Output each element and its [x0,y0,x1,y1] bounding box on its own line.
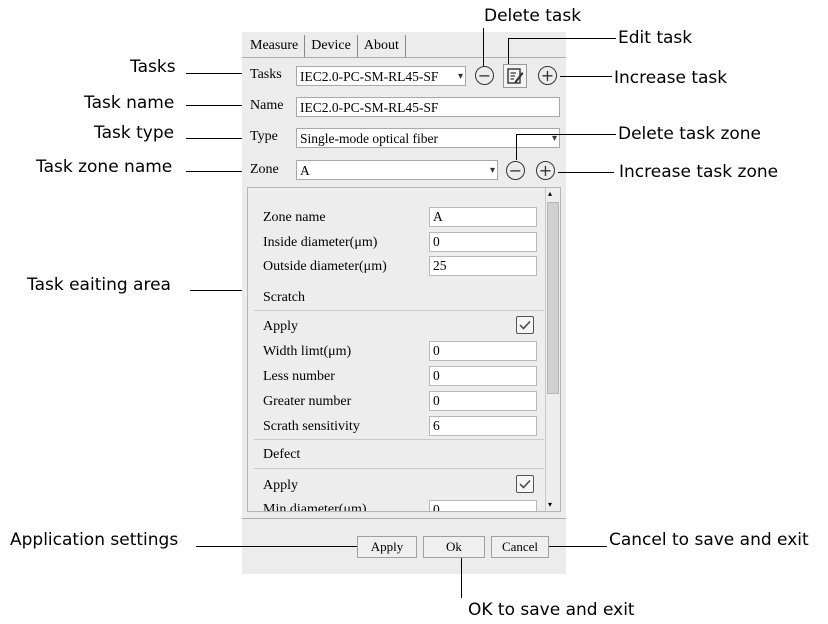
leader-line [186,105,242,106]
leader-line [461,558,462,598]
scratch-apply-checkbox[interactable] [516,316,534,334]
callout-task-name: Task name [84,93,175,113]
chevron-down-icon: ▾ [457,71,463,82]
type-label: Type [250,129,278,144]
tab-measure[interactable]: Measure [244,35,306,57]
increase-task-button[interactable]: + [537,65,559,87]
tasks-select-value: IEC2.0-PC-SM-RL45-SF [300,69,439,84]
tab-about[interactable]: About [357,35,406,57]
leader-line [549,546,607,547]
divider [254,439,544,440]
check-icon [519,320,531,330]
callout-tasks: Tasks [130,57,176,77]
callout-task-type: Task type [94,123,175,143]
scratch-header: Scratch [263,290,305,305]
divider [254,468,544,469]
cancel-button[interactable]: Cancel [491,536,549,558]
callout-delete-task-zone: Delete task zone [618,124,762,144]
scrollbar-thumb[interactable] [547,202,559,394]
divider [254,310,544,311]
ok-button[interactable]: Ok [423,536,485,558]
minus-circle-icon: − [475,66,494,85]
callout-increase-task-zone: Increase task zone [619,162,779,182]
min-diameter-input[interactable]: 0 [429,500,537,511]
leader-line [508,38,616,39]
callout-edit-task: Edit task [618,28,693,48]
scroll-down-arrow-icon[interactable]: ▾ [548,501,552,509]
inside-diameter-input[interactable]: 0 [429,232,537,252]
leader-line [186,73,242,74]
greater-number-label: Greater number [263,394,352,409]
edit-task-button[interactable] [503,64,527,88]
callout-cancel-save-exit: Cancel to save and exit [609,530,809,550]
increase-zone-button[interactable]: + [535,160,557,182]
task-editing-area[interactable]: Zone name A Inside diameter(μm) 0 Outsid… [247,187,561,512]
tab-bar: Measure Device About [244,35,406,57]
scroll-up-arrow-icon[interactable]: ▴ [548,190,552,198]
callout-task-editing-area: Task eaiting area [27,275,171,295]
task-type-select[interactable]: Single-mode optical fiber ▾ [296,128,560,148]
leader-line [558,172,614,173]
zone-value: A [300,163,310,178]
width-limit-input[interactable]: 0 [429,341,537,361]
tasks-label: Tasks [250,67,282,82]
width-limit-label: Width limt(μm) [263,344,352,359]
callout-application-settings: Application settings [10,530,179,550]
scratch-apply-label: Apply [263,319,298,334]
minus-circle-icon: − [506,161,525,180]
less-number-input[interactable]: 0 [429,366,537,386]
delete-zone-button[interactable]: − [505,160,527,182]
less-number-label: Less number [263,369,335,384]
leader-line [196,546,357,547]
delete-task-button[interactable]: − [474,65,496,87]
inside-diameter-label: Inside diameter(μm) [263,235,378,250]
leader-line [508,38,509,64]
chevron-down-icon: ▾ [551,133,557,144]
min-diameter-label: Min diameter(μm) [263,502,367,512]
greater-number-input[interactable]: 0 [429,391,537,411]
zone-select[interactable]: A ▾ [296,160,498,180]
scratch-sensitivity-input[interactable]: 6 [429,416,537,436]
outside-diameter-label: Outside diameter(μm) [263,259,387,274]
zone-name-label: Zone name [263,210,326,225]
zone-label: Zone [250,162,279,177]
plus-circle-icon: + [538,66,557,85]
defect-apply-label: Apply [263,478,298,493]
chevron-down-icon: ▾ [489,165,495,176]
check-icon [519,479,531,489]
leader-line [560,76,612,77]
leader-line [190,290,242,291]
task-name-input[interactable]: IEC2.0-PC-SM-RL45-SF [296,97,560,117]
apply-button[interactable]: Apply [357,536,417,558]
scratch-sensitivity-label: Scrath sensitivity [263,419,360,434]
leader-line [483,28,484,66]
outside-diameter-input[interactable]: 25 [429,256,537,276]
leader-line [516,134,616,135]
tab-underline [242,57,566,58]
callout-delete-task: Delete task [484,6,582,26]
defect-apply-checkbox[interactable] [516,475,534,493]
callout-task-zone-name: Task zone name [36,157,173,177]
edit-icon [507,68,524,84]
footer-divider [242,518,566,519]
leader-line [186,171,242,172]
tab-device[interactable]: Device [305,35,358,57]
plus-circle-icon: + [536,161,555,180]
leader-line [516,134,517,160]
task-type-value: Single-mode optical fiber [300,131,438,146]
tasks-select[interactable]: IEC2.0-PC-SM-RL45-SF ▾ [296,66,466,86]
zone-name-input[interactable]: A [429,207,537,227]
leader-line [186,138,242,139]
callout-ok-save-exit: OK to save and exit [468,600,635,620]
name-label: Name [250,98,284,113]
defect-header: Defect [263,447,301,462]
vertical-scrollbar[interactable]: ▴ ▾ [545,188,560,511]
callout-increase-task: Increase task [614,68,728,88]
